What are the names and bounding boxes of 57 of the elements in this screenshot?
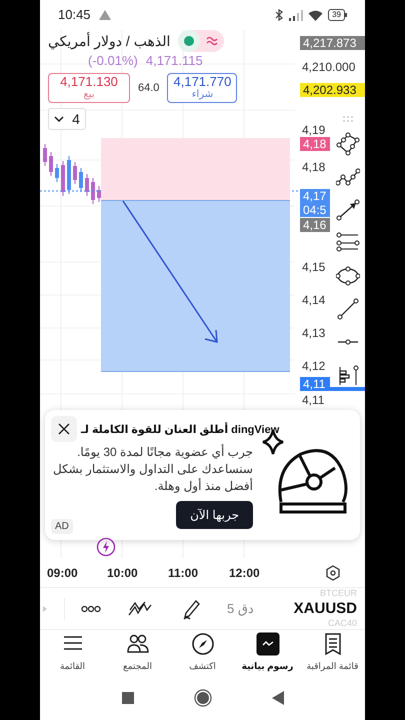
wave-icon [206, 36, 218, 46]
warning-icon [98, 10, 111, 20]
indicators-icon[interactable] [127, 600, 153, 616]
bluetooth-icon [275, 9, 284, 21]
quantity-dropdown[interactable]: 4 [48, 108, 86, 130]
battery-icon: 39 [328, 9, 345, 21]
ad-text: جرب أي عضوية مجانًا لمدة 30 يومًا. سنساعدك على التداول والاستثمار بشكل أفضل منذ أول وهلة. [52, 444, 253, 495]
ad-label: AD [51, 519, 73, 534]
time-label: 10:00 [107, 564, 138, 582]
signal-icon [289, 10, 304, 20]
time-label: 12:00 [229, 564, 260, 582]
price-label: 4,18 [302, 160, 326, 174]
nav-tab[interactable]: قائمة المراقبة [300, 632, 365, 674]
last-price: 4,171.115 [146, 53, 203, 69]
price-label: 4,15 [302, 260, 326, 274]
time-label: 09:00 [47, 564, 78, 582]
spread-value: 64.0 [138, 80, 160, 96]
lightning-icon [96, 537, 116, 557]
ad-title: أطلق العنان للقوة الكاملة لـ dingView [81, 422, 280, 438]
nav-tab[interactable]: اكتشف [170, 632, 235, 674]
scroll-right-icon [42, 604, 48, 612]
nav-tab[interactable]: رسوم بيانية [235, 632, 300, 674]
price-badge: 4,202.933 [300, 83, 365, 97]
symbol-selector[interactable]: XAUUSD [294, 600, 357, 617]
trend-line-icon[interactable] [336, 297, 360, 321]
pattern-tool-icon[interactable] [336, 132, 360, 156]
drag-handle-icon[interactable] [342, 115, 354, 123]
recents-button[interactable] [122, 692, 134, 704]
price-label: 4,14 [302, 293, 326, 307]
chart-icon [256, 632, 280, 656]
price-label: 4,13 [302, 326, 326, 340]
interval-button[interactable]: 5 دق [227, 598, 254, 618]
clock-time: 10:45 [58, 6, 91, 24]
price-label: 4,11 [302, 393, 324, 407]
compass-icon [190, 632, 214, 656]
settings-icon[interactable] [325, 564, 341, 580]
more-icon[interactable] [81, 604, 101, 612]
price-label: 4,12 [302, 359, 326, 373]
market-open-icon [184, 36, 194, 46]
nav-tab[interactable]: المجتمع [105, 632, 170, 674]
back-button[interactable] [272, 691, 284, 705]
chevron-down-icon [54, 116, 64, 122]
arrow-tool-icon[interactable] [336, 198, 360, 222]
time-label: 11:00 [168, 564, 198, 582]
price-label: 4,210.000 [302, 60, 356, 74]
nav-tab[interactable]: القائمة [40, 632, 105, 674]
close-button[interactable] [51, 416, 77, 442]
ellipse-tool-icon[interactable] [336, 264, 360, 288]
price-change: (-0.01%) [88, 53, 138, 69]
price-label: 4,19 [302, 123, 326, 137]
price-badge: 4,217.873 [300, 36, 365, 50]
wifi-icon [308, 10, 324, 20]
close-icon [58, 423, 70, 435]
home-button[interactable] [194, 689, 212, 707]
try-now-button[interactable]: جربها الآن [176, 501, 253, 529]
pencil-icon[interactable] [181, 598, 201, 620]
symbol-title: الذهب / دولار أمريكي [48, 32, 170, 50]
